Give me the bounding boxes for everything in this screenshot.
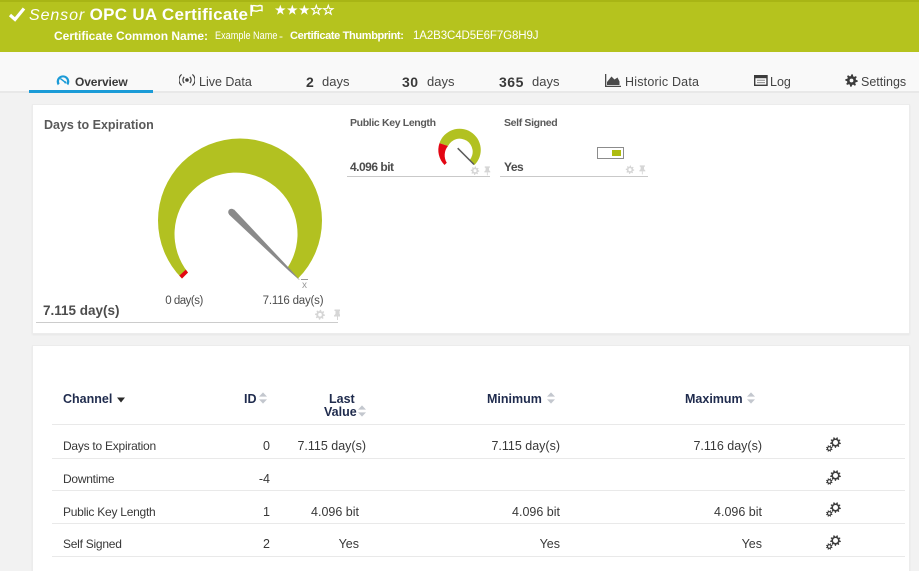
- svg-text:x: x: [302, 280, 307, 291]
